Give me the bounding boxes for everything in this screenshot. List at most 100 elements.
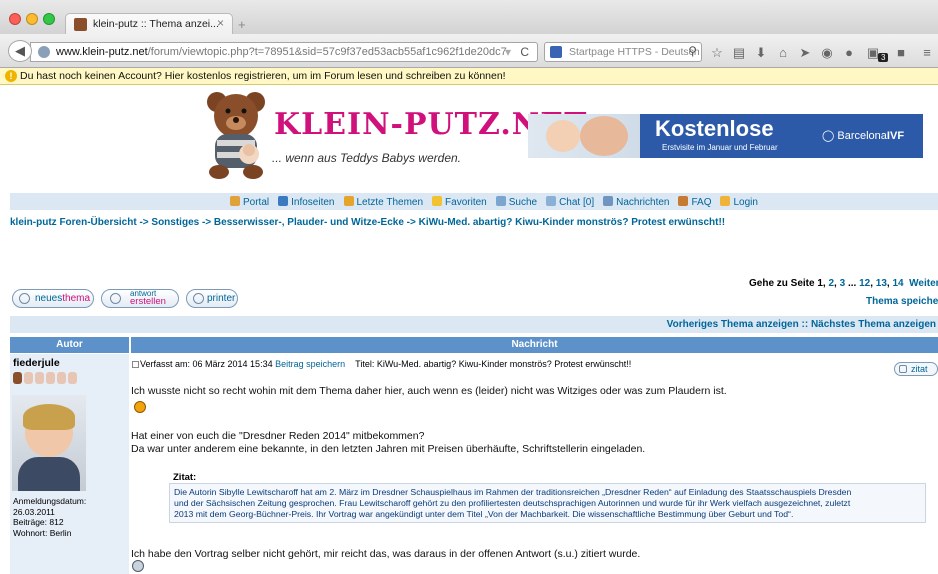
rank-icons: [13, 372, 79, 384]
warning-icon: !: [5, 70, 17, 82]
search-bar[interactable]: Startpage HTTPS - Deutsch ⚲: [544, 42, 702, 62]
rank-bear-icon: [35, 372, 44, 384]
prev-next-topic-links[interactable]: Vorheriges Thema anzeigen :: Nächstes Th…: [667, 319, 936, 330]
nav-link[interactable]: Letzte Themen: [343, 196, 423, 208]
minimize-window-button[interactable]: [26, 13, 38, 25]
site-identity-icon[interactable]: [38, 46, 50, 58]
banner-mother-image: [580, 116, 628, 156]
tab-title: klein-putz :: Thema anzei...: [93, 18, 219, 30]
banner-photo: [528, 114, 640, 158]
post-body: Verfasst am: 06 März 2014 15:34 Beitrag …: [131, 354, 938, 574]
post-paragraph: Ich wusste nicht so recht wohin mit dem …: [131, 385, 727, 397]
nav-link-icon: [720, 196, 731, 206]
tab-close-icon[interactable]: ×: [217, 16, 224, 30]
nav-link[interactable]: Portal: [230, 196, 269, 208]
browser-toolbar: www.klein-putz.net/forum/viewtopic.php?t…: [0, 34, 938, 68]
url-dropdown-icon[interactable]: ▾: [505, 45, 511, 59]
printer-button[interactable]: printer: [186, 289, 238, 308]
nav-link-icon: [678, 196, 689, 206]
menu-icon[interactable]: ≡: [920, 46, 934, 60]
close-window-button[interactable]: [9, 13, 21, 25]
reply-icon: [110, 293, 121, 304]
nav-link[interactable]: Suche: [495, 196, 537, 208]
notice-text[interactable]: Du hast noch keinen Account? Hier kosten…: [20, 70, 506, 82]
back-button[interactable]: ◀: [8, 40, 32, 62]
send-icon[interactable]: ➤: [798, 46, 812, 60]
save-post-link[interactable]: Beitrag speichern: [275, 359, 345, 369]
search-engine-icon[interactable]: [550, 46, 562, 58]
nav-link[interactable]: Chat [0]: [546, 196, 594, 208]
forum-nav-links: Portal Infoseiten Letzte Themen Favoriten Su…: [230, 196, 767, 208]
post-meta: Verfasst am: 06 März 2014 15:34 Beitrag …: [140, 359, 632, 369]
addon-badge: 3: [878, 53, 889, 62]
page-link-3[interactable]: 3: [840, 278, 846, 289]
post-paragraph: Hat einer von euch die "Dresdner Reden 2…: [131, 430, 425, 442]
pocket-icon[interactable]: ◉: [820, 46, 834, 60]
nav-link-icon: [278, 196, 289, 206]
next-page-link[interactable]: Weiter: [909, 278, 938, 289]
post-icon: [132, 361, 139, 368]
nav-link[interactable]: Login: [720, 196, 758, 208]
message-column-header: Nachricht: [131, 337, 938, 353]
rank-bear-icon: [24, 372, 33, 384]
save-topic-link[interactable]: Thema speicher: [866, 296, 938, 307]
home-icon[interactable]: ⌂: [776, 46, 790, 60]
quote-box: Die Autorin Sibylle Lewitscharoff hat am…: [169, 483, 926, 523]
nav-link[interactable]: Infoseiten: [278, 196, 335, 208]
page-link-12[interactable]: 12: [859, 278, 870, 289]
nav-link-icon: [230, 196, 240, 206]
author-name[interactable]: fiederjule: [13, 357, 60, 369]
quote-line: Die Autorin Sibylle Lewitscharoff hat am…: [174, 487, 852, 497]
topic-navigation: Vorheriges Thema anzeigen :: Nächstes Th…: [10, 316, 938, 333]
breadcrumb[interactable]: klein-putz Foren-Übersicht -> Sonstiges …: [10, 217, 725, 228]
rank-bear-icon: [68, 372, 77, 384]
forum-header: KLEIN-PUTZ.NET ... wenn aus Teddys Babys…: [10, 85, 938, 188]
reading-list-icon[interactable]: ▤: [732, 46, 746, 60]
page-ellipsis: ...: [847, 278, 857, 289]
quote-button[interactable]: zitat: [894, 362, 938, 376]
pencil-icon: [19, 293, 30, 304]
pagination-prefix: Gehe zu Seite 1,: [749, 278, 826, 289]
zoom-window-button[interactable]: [43, 13, 55, 25]
save-icon[interactable]: ■: [894, 46, 908, 60]
reload-icon[interactable]: C: [520, 45, 529, 59]
rank-bear-icon: [46, 372, 55, 384]
search-input[interactable]: Startpage HTTPS - Deutsch: [569, 46, 700, 58]
quote-line: und der Sächsischen Zeitung gesprochen. …: [174, 498, 851, 508]
new-topic-button[interactable]: neuesthema: [12, 289, 94, 308]
registration-notice[interactable]: ! Du hast noch keinen Account? Hier kost…: [0, 68, 938, 85]
nav-link[interactable]: FAQ: [678, 196, 711, 208]
nav-link[interactable]: Favoriten: [432, 196, 487, 208]
nav-link[interactable]: Nachrichten: [603, 196, 669, 208]
download-icon[interactable]: ⬇: [754, 46, 768, 60]
banner-baby-image: [546, 120, 580, 152]
nav-link-icon: [343, 196, 354, 206]
url-text[interactable]: www.klein-putz.net/forum/viewtopic.php?t…: [56, 46, 507, 58]
post-author-panel: fiederjule Anmeldungsdatum: 26.03.2011 B…: [10, 354, 129, 574]
post-table-header: Autor Nachricht: [10, 337, 938, 353]
page-link-2[interactable]: 2: [828, 278, 834, 289]
page-link-14[interactable]: 14: [892, 278, 903, 289]
banner-headline: Kostenlose: [655, 116, 774, 141]
banner-brand: ◯ BarcelonaIVF: [822, 130, 905, 142]
new-tab-icon[interactable]: +: [238, 17, 258, 32]
page-link-13[interactable]: 13: [876, 278, 887, 289]
search-icon[interactable]: ⚲: [688, 44, 697, 58]
browser-tab[interactable]: klein-putz :: Thema anzei... ×: [65, 13, 233, 34]
reply-button[interactable]: antwort erstellen: [101, 289, 179, 308]
star-icon[interactable]: ☆: [710, 46, 724, 60]
ad-banner[interactable]: Kostenlose Erstvisite im Januar und Febr…: [528, 114, 923, 158]
post-paragraph: Da war unter anderem eine bekannte, in d…: [131, 443, 646, 455]
rank-bear-icon: [57, 372, 66, 384]
printer-icon: [193, 293, 204, 304]
teddy-bear-logo-icon[interactable]: [203, 90, 271, 180]
nav-link-icon: [603, 196, 614, 206]
smiley-icon: [134, 401, 146, 413]
url-bar[interactable]: www.klein-putz.net/forum/viewtopic.php?t…: [30, 42, 538, 62]
post-paragraph: Ich habe den Vortrag selber nicht gehört…: [131, 548, 641, 560]
chat-icon[interactable]: ●: [842, 46, 856, 60]
author-meta: Anmeldungsdatum: 26.03.2011 Beiträge: 81…: [13, 496, 87, 538]
rank-bear-icon: [13, 372, 22, 384]
quote-line: 2013 mit dem Georg-Büchner-Preis. Ihr Vo…: [174, 509, 794, 519]
site-tagline: ... wenn aus Teddys Babys werden.: [272, 151, 461, 165]
